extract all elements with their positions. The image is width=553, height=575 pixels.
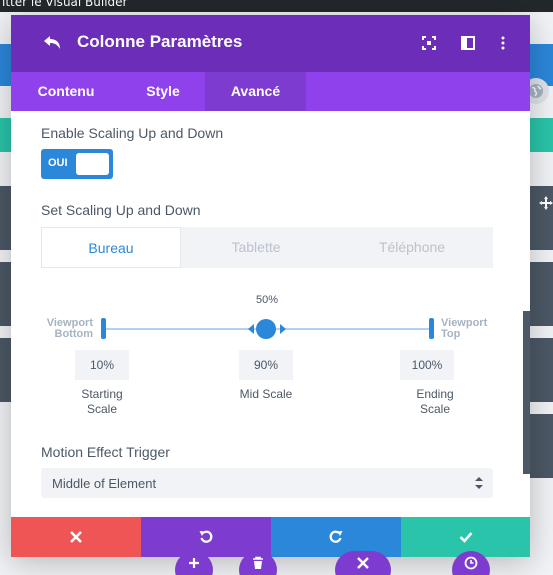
exit-button[interactable]	[335, 551, 391, 575]
bg-row-strip	[530, 338, 553, 402]
starting-scale-input[interactable]: 10%	[75, 350, 129, 380]
device-tab-tablet[interactable]: Tablette	[182, 227, 330, 268]
motion-trigger-value: Middle of Element	[52, 476, 157, 491]
undo-icon	[199, 530, 213, 543]
redo-button[interactable]	[271, 517, 401, 557]
modal-title: Colonne Paramètres	[77, 32, 243, 51]
mid-scale-input[interactable]: 90%	[239, 350, 293, 380]
scaling-toggle[interactable]: OUI	[41, 149, 113, 179]
device-tab-phone[interactable]: Téléphone	[331, 227, 493, 268]
settings-tabs: Contenu Style Avancé	[11, 72, 530, 111]
motion-trigger-label: Motion Effect Trigger	[41, 444, 170, 460]
mid-position-label: 50%	[255, 294, 279, 306]
device-tabs: Bureau Tablette Téléphone	[41, 227, 493, 268]
admin-bar: itter le Visual Builder	[0, 0, 553, 12]
clock-icon	[464, 556, 478, 570]
viewport-bottom-label: Viewport Bottom	[46, 317, 93, 340]
tab-avance[interactable]: Avancé	[205, 72, 306, 111]
ending-scale-label: Ending Scale	[416, 387, 454, 416]
exit-visual-builder-link[interactable]: itter le Visual Builder	[2, 0, 127, 9]
back-arrow-icon[interactable]	[42, 34, 62, 52]
modal-footer	[11, 517, 530, 557]
mid-handle[interactable]	[256, 319, 276, 339]
motion-trigger-select[interactable]: Middle of Element	[41, 468, 493, 498]
ending-scale-input[interactable]: 100%	[400, 350, 454, 380]
cancel-button[interactable]	[11, 517, 141, 557]
viewport-top-label: Viewport Top	[441, 317, 488, 340]
move-icon[interactable]	[539, 196, 553, 210]
select-arrows-icon	[475, 477, 483, 489]
column-settings-modal: Colonne Paramètres Contenu Style Avancé …	[11, 15, 530, 557]
start-handle[interactable]	[101, 318, 106, 339]
split-view-icon[interactable]	[461, 36, 475, 50]
device-tab-desktop[interactable]: Bureau	[41, 227, 181, 268]
mid-left-arrow-icon	[248, 324, 254, 334]
close-icon	[357, 557, 369, 569]
close-icon	[70, 531, 82, 543]
content-scrollbar[interactable]	[523, 311, 530, 474]
tab-contenu[interactable]: Contenu	[11, 72, 121, 111]
check-icon	[459, 532, 472, 543]
redo-icon	[329, 530, 343, 543]
bg-section-teal-right	[530, 118, 553, 152]
mid-scale-label: Mid Scale	[239, 387, 293, 401]
fullscreen-icon[interactable]	[422, 36, 436, 50]
bg-row-strip	[530, 414, 553, 478]
mid-right-arrow-icon	[280, 324, 286, 334]
globe-icon	[529, 84, 543, 98]
settings-content: Enable Scaling Up and Down OUI Set Scali…	[11, 111, 530, 517]
set-scaling-label: Set Scaling Up and Down	[41, 202, 201, 218]
starting-scale-label: Starting Scale	[81, 387, 123, 416]
end-handle[interactable]	[429, 318, 434, 339]
modal-header: Colonne Paramètres	[11, 15, 530, 72]
toggle-knob	[76, 153, 109, 175]
bg-row-strip	[530, 262, 553, 326]
tab-style[interactable]: Style	[121, 72, 205, 111]
plus-icon	[189, 558, 199, 568]
more-options-icon[interactable]	[496, 36, 510, 50]
trash-icon	[253, 556, 263, 569]
scaling-toggle-label: Enable Scaling Up and Down	[41, 125, 224, 141]
toggle-state-text: OUI	[48, 157, 68, 169]
